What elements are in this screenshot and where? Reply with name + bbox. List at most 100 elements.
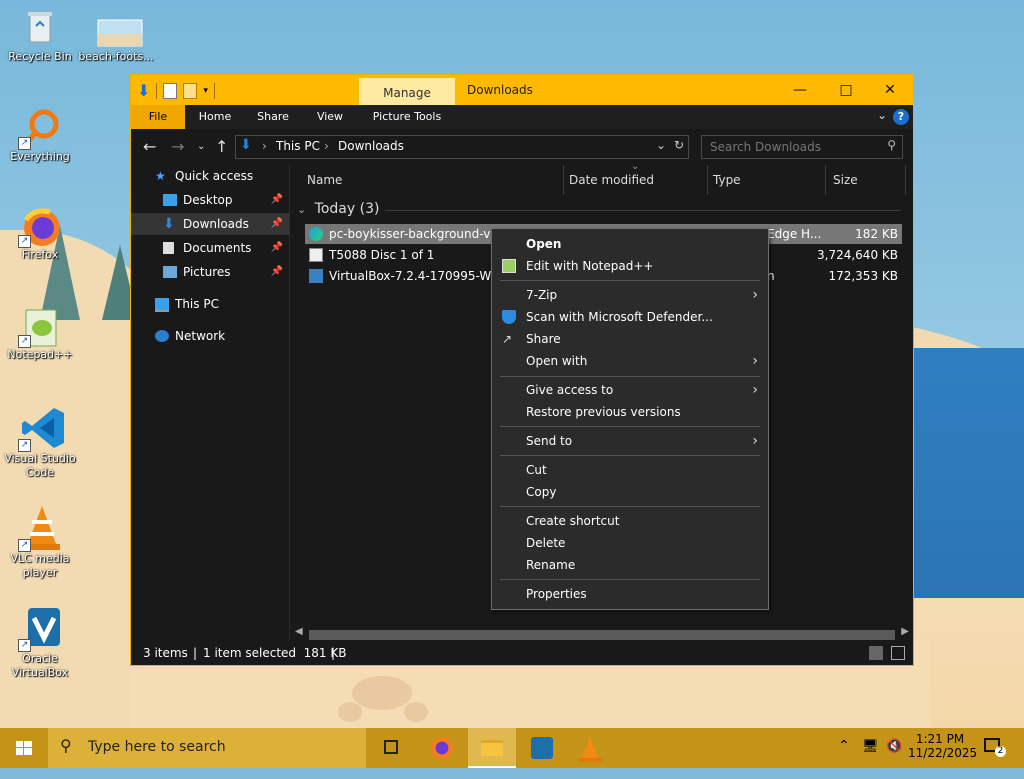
menu-item-give-access[interactable]: Give access to › bbox=[492, 379, 768, 401]
show-hidden-icons-chevron[interactable]: ⌃ bbox=[838, 738, 850, 778]
menu-item-defender-scan[interactable]: Scan with Microsoft Defender... bbox=[492, 306, 768, 328]
column-header-date-modified[interactable]: Date modified bbox=[569, 165, 654, 195]
nav-label: Downloads bbox=[183, 217, 249, 231]
menu-item-edit-notepadpp[interactable]: Edit with Notepad++ bbox=[492, 255, 768, 277]
close-button[interactable]: ✕ bbox=[867, 75, 913, 105]
details-view-icon[interactable] bbox=[869, 646, 883, 660]
menu-item-open[interactable]: Open bbox=[492, 233, 768, 255]
shortcut-arrow-icon: ↗ bbox=[18, 137, 31, 150]
scroll-right-icon[interactable]: ▶ bbox=[901, 626, 909, 637]
nav-network[interactable]: Network bbox=[131, 325, 289, 347]
recycle-bin-icon bbox=[20, 8, 60, 48]
taskbar-search-box[interactable]: ⚲ Type here to search bbox=[48, 728, 366, 768]
horizontal-scrollbar[interactable]: ◀ ▶ bbox=[291, 626, 913, 641]
downloads-location-icon: ⬇ bbox=[240, 137, 252, 153]
notification-center-button[interactable]: 2 bbox=[984, 738, 1006, 778]
desktop-icon-label: VLC media player bbox=[10, 552, 70, 579]
desktop-icon-virtualbox[interactable]: ↗ Oracle VirtualBox bbox=[0, 604, 80, 680]
taskbar-file-explorer[interactable] bbox=[468, 728, 516, 768]
nav-downloads[interactable]: ⬇ Downloads 📌 bbox=[131, 213, 289, 235]
nav-desktop[interactable]: Desktop 📌 bbox=[131, 189, 289, 211]
pin-icon[interactable]: 📌 bbox=[271, 189, 283, 211]
nav-quick-access[interactable]: ★ Quick access bbox=[131, 165, 289, 187]
title-bar[interactable]: ⬇ ▾ Manage Downloads — □ ✕ bbox=[131, 75, 913, 105]
nav-this-pc[interactable]: This PC bbox=[131, 293, 289, 315]
menu-label: Cut bbox=[526, 463, 547, 477]
refresh-icon[interactable]: ↻ bbox=[674, 138, 684, 152]
manage-context-tab[interactable]: Manage bbox=[359, 78, 455, 105]
taskbar-virtualbox[interactable] bbox=[518, 728, 566, 768]
breadcrumb-this-pc[interactable]: This PC bbox=[276, 139, 320, 153]
collapse-chevron-icon[interactable]: ⌄ bbox=[297, 203, 306, 216]
menu-item-create-shortcut[interactable]: Create shortcut bbox=[492, 510, 768, 532]
desktop-icon-recycle-bin[interactable]: Recycle Bin bbox=[0, 8, 80, 64]
address-bar[interactable]: ⬇ › This PC › Downloads ⌄ ↻ bbox=[235, 135, 689, 159]
pin-icon[interactable]: 📌 bbox=[271, 237, 283, 259]
computer-icon bbox=[155, 298, 169, 312]
group-header-today[interactable]: ⌄ Today (3) bbox=[297, 201, 379, 217]
menu-item-share[interactable]: ↗ Share bbox=[492, 328, 768, 350]
nav-documents[interactable]: Documents 📌 bbox=[131, 237, 289, 259]
vscode-icon: ↗ bbox=[18, 404, 64, 452]
new-folder-icon[interactable] bbox=[183, 82, 198, 99]
volume-muted-icon[interactable]: 🔇 bbox=[886, 739, 902, 779]
recent-locations-chevron-icon[interactable]: ⌄ bbox=[197, 141, 205, 152]
column-header-size[interactable]: Size bbox=[833, 165, 858, 195]
menu-item-rename[interactable]: Rename bbox=[492, 554, 768, 576]
large-icons-view-icon[interactable] bbox=[891, 646, 905, 660]
expand-ribbon-icon[interactable]: ⌄ bbox=[877, 108, 887, 122]
menu-label: Create shortcut bbox=[526, 514, 620, 528]
pin-icon[interactable]: 📌 bbox=[271, 213, 283, 235]
menu-item-send-to[interactable]: Send to › bbox=[492, 430, 768, 452]
menu-item-restore-versions[interactable]: Restore previous versions bbox=[492, 401, 768, 423]
search-input[interactable] bbox=[708, 138, 882, 156]
desktop-icon-beach-footsteps[interactable]: beach-foots... bbox=[76, 8, 156, 64]
tab-share[interactable]: Share bbox=[251, 105, 295, 129]
tab-view[interactable]: View bbox=[307, 105, 353, 129]
minimize-button[interactable]: — bbox=[777, 75, 823, 105]
nav-pictures[interactable]: Pictures 📌 bbox=[131, 261, 289, 283]
task-view-button[interactable] bbox=[368, 728, 416, 768]
menu-item-properties[interactable]: Properties bbox=[492, 583, 768, 605]
scrollbar-thumb[interactable] bbox=[309, 630, 895, 640]
menu-item-cut[interactable]: Cut bbox=[492, 459, 768, 481]
everything-search-icon: ↗ bbox=[18, 108, 60, 150]
tab-home[interactable]: Home bbox=[193, 105, 237, 129]
help-icon[interactable]: ? bbox=[893, 109, 909, 125]
taskbar-vlc[interactable] bbox=[566, 728, 614, 768]
start-button[interactable] bbox=[0, 728, 48, 768]
scroll-left-icon[interactable]: ◀ bbox=[295, 626, 303, 637]
customize-qat-icon[interactable]: ▾ bbox=[203, 86, 208, 96]
network-status-icon[interactable]: 🖥 bbox=[862, 739, 879, 779]
menu-item-copy[interactable]: Copy bbox=[492, 481, 768, 503]
clock[interactable]: 1:21 PM 11/22/2025 bbox=[908, 728, 977, 768]
maximize-button[interactable]: □ bbox=[823, 75, 869, 105]
forward-arrow-icon[interactable]: → bbox=[171, 137, 184, 156]
address-dropdown-icon[interactable]: ⌄ bbox=[656, 138, 666, 152]
menu-label: Rename bbox=[526, 558, 576, 572]
downloads-arrow-icon[interactable]: ⬇ bbox=[137, 81, 150, 100]
properties-icon[interactable] bbox=[163, 82, 178, 99]
tab-file[interactable]: File bbox=[131, 105, 185, 129]
menu-item-open-with[interactable]: Open with › bbox=[492, 350, 768, 372]
desktop-icon-vscode[interactable]: ↗ Visual Studio Code bbox=[0, 404, 80, 480]
back-arrow-icon[interactable]: ← bbox=[143, 137, 156, 156]
column-header-type[interactable]: Type bbox=[713, 165, 741, 195]
desktop-icon-notepadpp[interactable]: ↗ Notepad++ bbox=[0, 306, 80, 362]
menu-label: Edit with Notepad++ bbox=[526, 259, 654, 273]
up-arrow-icon[interactable]: ↑ bbox=[215, 137, 228, 156]
column-header-name[interactable]: Name bbox=[307, 165, 342, 195]
pin-icon[interactable]: 📌 bbox=[271, 261, 283, 283]
menu-item-delete[interactable]: Delete bbox=[492, 532, 768, 554]
menu-label: Scan with Microsoft Defender... bbox=[526, 310, 713, 324]
shortcut-arrow-icon: ↗ bbox=[18, 439, 31, 452]
breadcrumb-downloads[interactable]: Downloads bbox=[338, 139, 404, 153]
taskbar-firefox[interactable] bbox=[418, 728, 466, 768]
menu-item-7zip[interactable]: 7-Zip › bbox=[492, 284, 768, 306]
desktop-icon-firefox[interactable]: ↗ Firefox bbox=[0, 206, 80, 262]
desktop-icon-everything[interactable]: ↗ Everything bbox=[0, 108, 80, 164]
desktop-icon-vlc[interactable]: ↗ VLC media player bbox=[0, 504, 80, 580]
desktop-icon-label: Visual Studio Code bbox=[4, 452, 76, 479]
tab-picture-tools[interactable]: Picture Tools bbox=[365, 105, 449, 129]
search-box[interactable]: ⚲ bbox=[701, 135, 903, 159]
